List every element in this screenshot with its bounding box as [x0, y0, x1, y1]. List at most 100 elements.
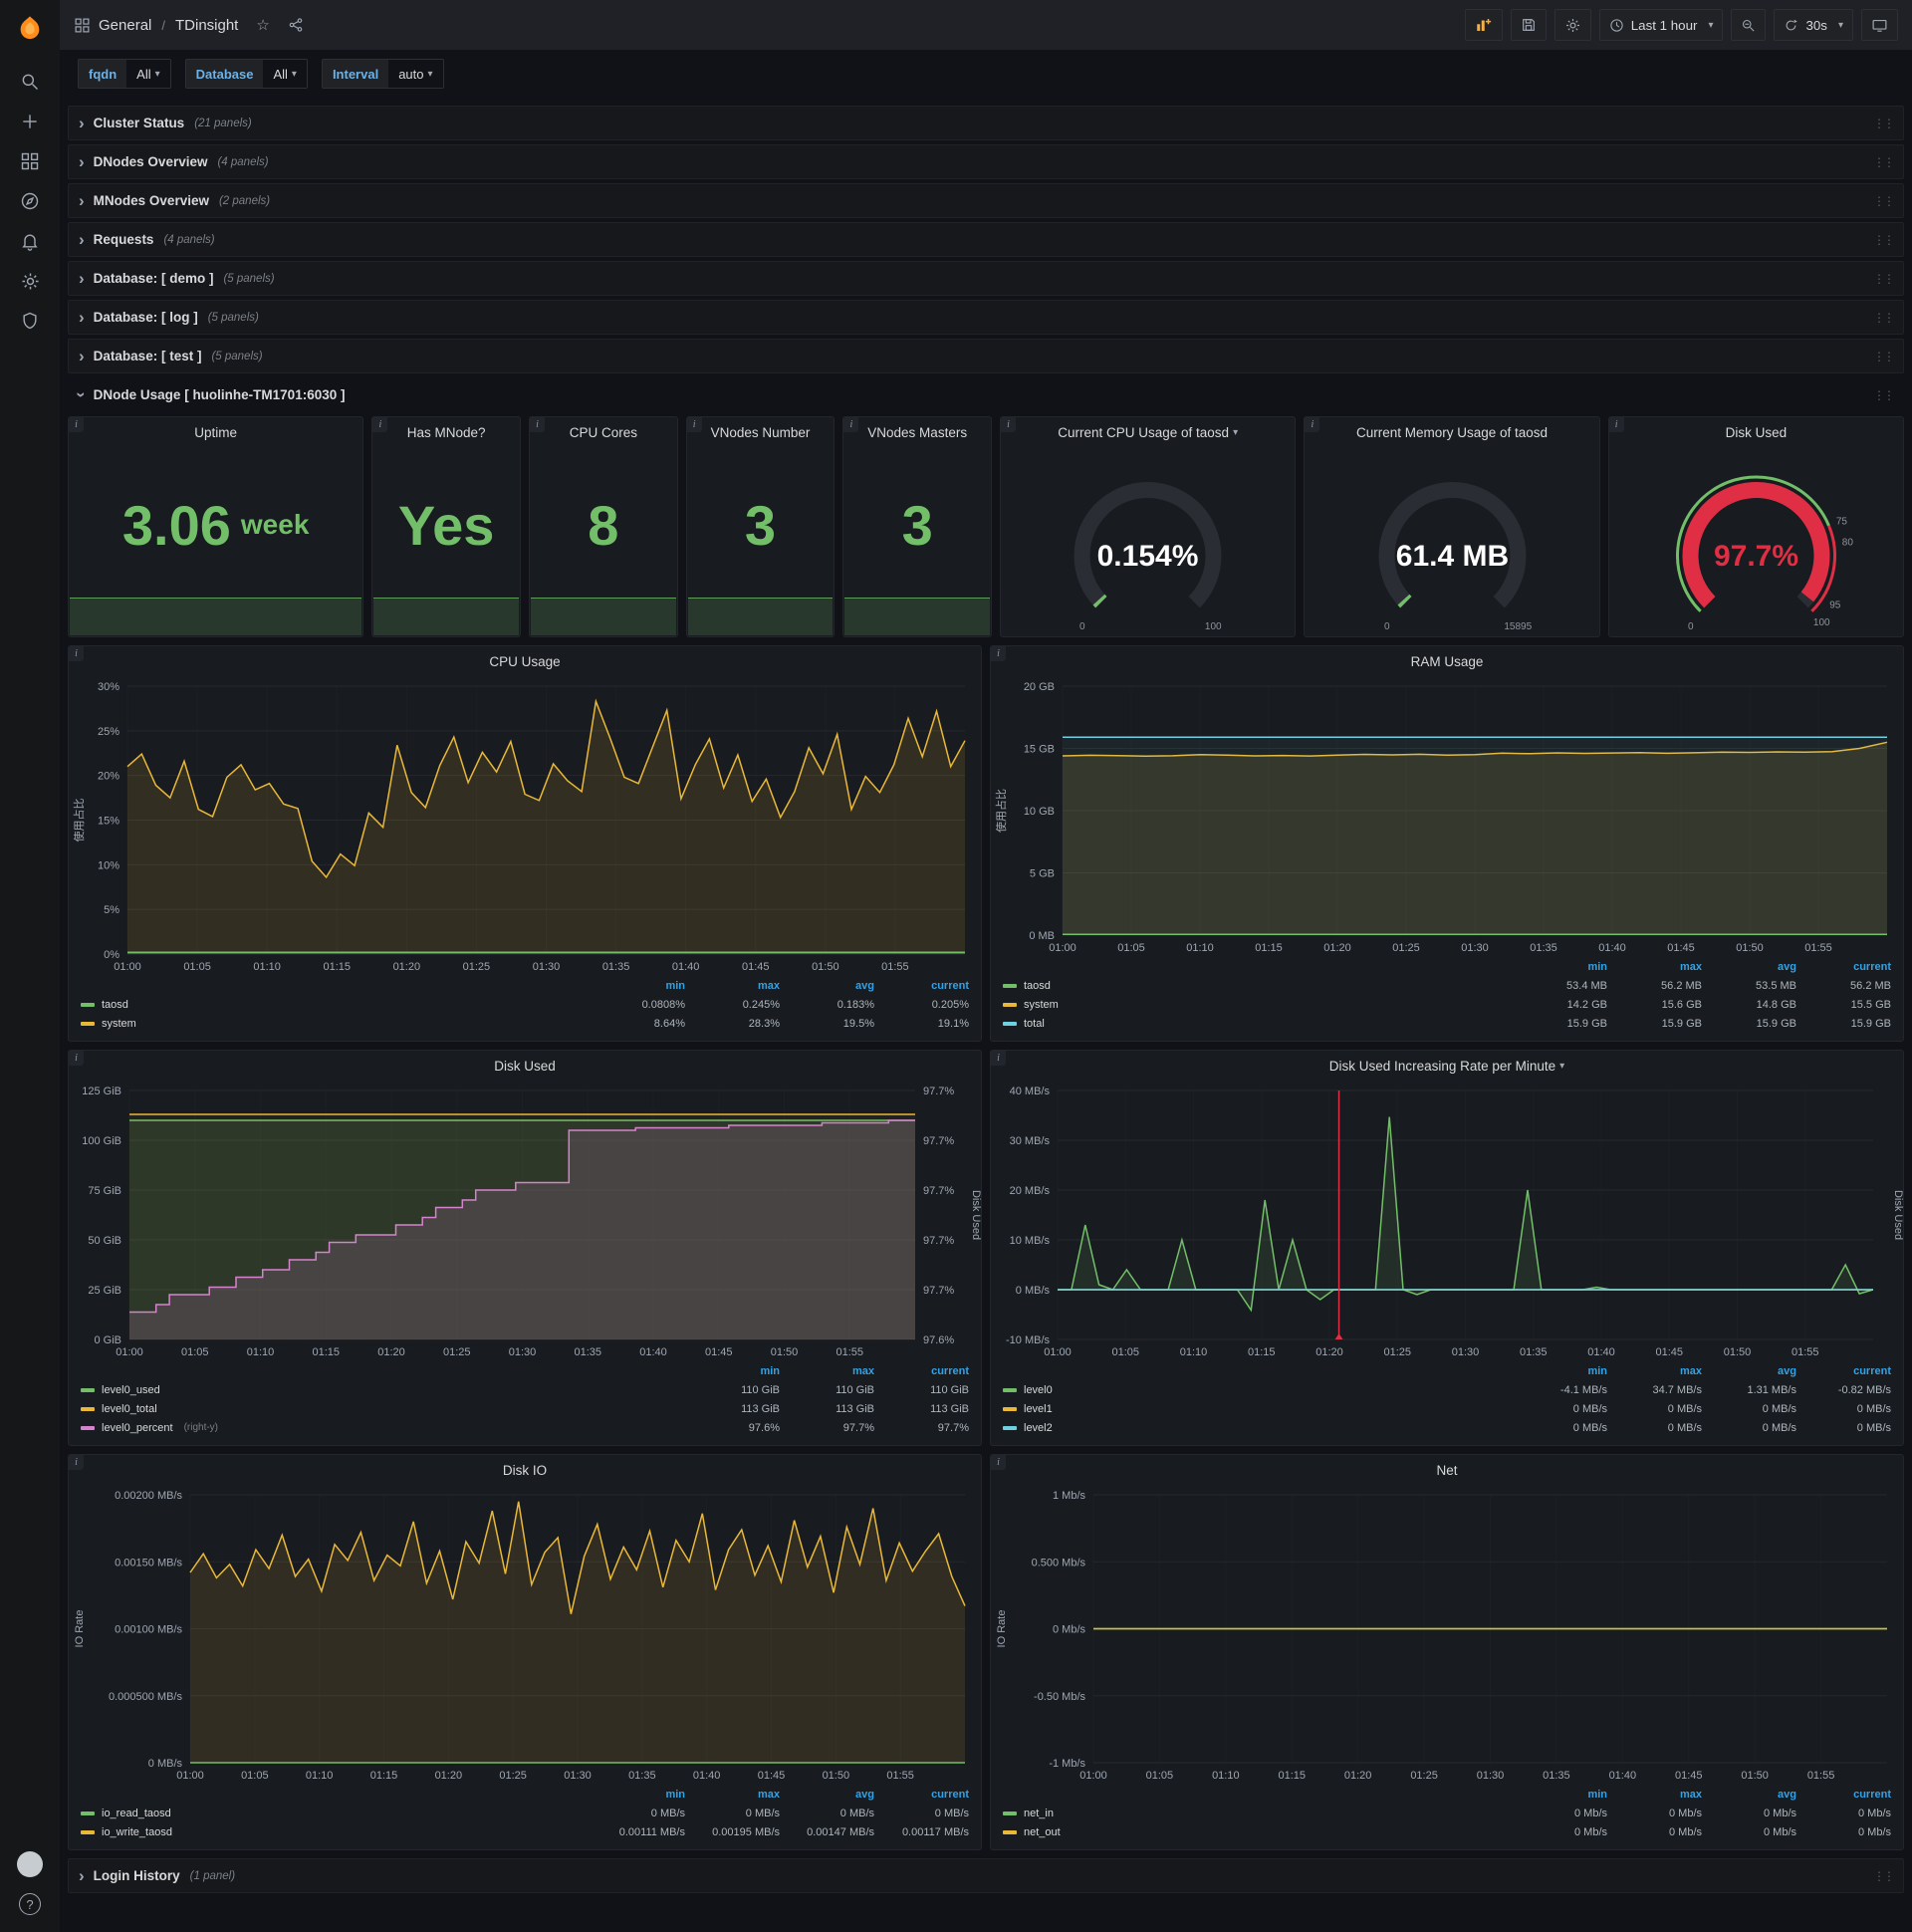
refresh-button[interactable]: 30s ▾ [1774, 9, 1853, 41]
alerting-bell-icon[interactable] [8, 221, 52, 261]
panel-info-icon[interactable]: i [991, 646, 1006, 661]
save-dashboard-button[interactable] [1510, 9, 1547, 41]
svg-text:20%: 20% [98, 771, 120, 783]
caret-down-icon: ▾ [1559, 1060, 1565, 1072]
help-icon[interactable]: ? [8, 1884, 52, 1924]
variable-value-dropdown[interactable]: All ▾ [263, 60, 307, 88]
panel-info-icon[interactable]: i [69, 1051, 84, 1066]
time-range-picker[interactable]: Last 1 hour ▾ [1598, 9, 1724, 41]
panel-info-icon[interactable]: i [991, 1455, 1006, 1470]
row-cluster-status[interactable]: › Cluster Status (21 panels) ⋮⋮ [68, 106, 1904, 140]
server-admin-shield-icon[interactable] [8, 301, 52, 341]
legend-header[interactable]: min max avg current [81, 976, 969, 995]
legend-series-row[interactable]: io_write_taosd 0.00111 MB/s 0.00195 MB/s 0.… [81, 1822, 969, 1841]
configuration-gear-icon[interactable] [8, 261, 52, 301]
panel-title[interactable]: Disk Used [69, 1051, 981, 1081]
panel-info-icon[interactable]: i [69, 1455, 84, 1470]
grafana-logo-icon[interactable] [8, 8, 52, 48]
panel-info-icon[interactable]: i [372, 417, 388, 432]
drag-handle-icon[interactable]: ⋮⋮ [1873, 233, 1895, 247]
net-plot[interactable]: 01:00 01:05 01:10 01:15 01:20 01:25 01:30 01:35… [991, 1485, 1903, 1785]
disk-rate-plot[interactable]: 01:00 01:05 01:10 01:15 01:20 01:25 01:30 01:35… [991, 1081, 1903, 1361]
row-login-history[interactable]: › Login History (1 panel) ⋮⋮ [68, 1858, 1904, 1893]
breadcrumb-dashboard-title[interactable]: TDinsight [175, 17, 238, 34]
star-icon[interactable]: ☆ [256, 16, 269, 34]
panel-title[interactable]: Uptime [69, 417, 362, 447]
cpu-usage-plot[interactable]: 01:00 01:05 01:10 01:15 01:20 01:25 01:30 01:35… [69, 676, 981, 976]
legend-header[interactable]: min max current [81, 1361, 969, 1380]
panel-info-icon[interactable]: i [1608, 417, 1624, 432]
panel-title[interactable]: VNodes Number [687, 417, 835, 447]
zoom-out-button[interactable] [1731, 9, 1767, 41]
panel-title[interactable]: RAM Usage [991, 646, 1903, 676]
panel-info-icon[interactable]: i [991, 1051, 1006, 1066]
legend-series-row[interactable]: system 8.64% 28.3% 19.5% 19.1% [81, 1014, 969, 1033]
drag-handle-icon[interactable]: ⋮⋮ [1873, 311, 1895, 325]
row-database-log[interactable]: › Database: [ log ] (5 panels) ⋮⋮ [68, 300, 1904, 335]
dashboard-settings-button[interactable] [1554, 9, 1591, 41]
panel-info-icon[interactable]: i [530, 417, 545, 432]
legend-series-row[interactable]: taosd 53.4 MB 56.2 MB 53.5 MB 56.2 MB [1003, 976, 1891, 995]
legend-header[interactable]: min max avg current [1003, 957, 1891, 976]
legend-series-row[interactable]: io_read_taosd 0 MB/s 0 MB/s 0 MB/s 0 MB/s [81, 1804, 969, 1822]
legend-series-row[interactable]: net_in 0 Mb/s 0 Mb/s 0 Mb/s 0 Mb/s [1003, 1804, 1891, 1822]
legend-series-row[interactable]: system 14.2 GB 15.6 GB 14.8 GB 15.5 GB [1003, 995, 1891, 1014]
disk-used-plot[interactable]: 01:00 01:05 01:10 01:15 01:20 01:25 01:30 01:35… [69, 1081, 981, 1361]
panel-title[interactable]: Disk Used Increasing Rate per Minute ▾ [991, 1051, 1903, 1081]
share-icon[interactable] [288, 17, 304, 33]
drag-handle-icon[interactable]: ⋮⋮ [1873, 194, 1895, 208]
create-plus-icon[interactable] [8, 102, 52, 141]
row-mnodes-overview[interactable]: › MNodes Overview (2 panels) ⋮⋮ [68, 183, 1904, 218]
legend-series-row[interactable]: net_out 0 Mb/s 0 Mb/s 0 Mb/s 0 Mb/s [1003, 1822, 1891, 1841]
user-avatar[interactable] [8, 1844, 52, 1884]
row-dnodes-overview[interactable]: › DNodes Overview (4 panels) ⋮⋮ [68, 144, 1904, 179]
variable-value-dropdown[interactable]: auto ▾ [388, 60, 443, 88]
variable-value-dropdown[interactable]: All ▾ [126, 60, 170, 88]
legend-series-row[interactable]: total 15.9 GB 15.9 GB 15.9 GB 15.9 GB [1003, 1014, 1891, 1033]
row-database-demo[interactable]: › Database: [ demo ] (5 panels) ⋮⋮ [68, 261, 1904, 296]
drag-handle-icon[interactable]: ⋮⋮ [1873, 117, 1895, 130]
legend-series-row[interactable]: level0_total 113 GiB 113 GiB 113 GiB [81, 1399, 969, 1418]
legend-series-row[interactable]: level0_used 110 GiB 110 GiB 110 GiB [81, 1380, 969, 1399]
legend-series-row[interactable]: level0 -4.1 MB/s 34.7 MB/s 1.31 MB/s -0.82 M… [1003, 1380, 1891, 1399]
dashboards-grid-icon[interactable] [8, 141, 52, 181]
search-icon[interactable] [8, 62, 52, 102]
breadcrumb-folder[interactable]: General [99, 17, 151, 34]
legend-header[interactable]: min max avg current [1003, 1785, 1891, 1804]
panel-info-icon[interactable]: i [843, 417, 859, 432]
panel-title[interactable]: Disk IO [69, 1455, 981, 1485]
panel-title[interactable]: CPU Usage [69, 646, 981, 676]
legend-series-row[interactable]: taosd 0.0808% 0.245% 0.183% 0.205% [81, 995, 969, 1014]
explore-compass-icon[interactable] [8, 181, 52, 221]
panel-info-icon[interactable]: i [686, 417, 702, 432]
legend-header[interactable]: min max avg current [81, 1785, 969, 1804]
legend-series-row[interactable]: level0_percent (right-y) 97.6% 97.7% 97.7% [81, 1418, 969, 1437]
drag-handle-icon[interactable]: ⋮⋮ [1873, 155, 1895, 169]
panel-info-icon[interactable]: i [1305, 417, 1320, 432]
panel-title[interactable]: Current CPU Usage of taosd ▾ [1001, 417, 1295, 447]
panel-info-icon[interactable]: i [69, 417, 84, 432]
panel-title[interactable]: Net [991, 1455, 1903, 1485]
drag-handle-icon[interactable]: ⋮⋮ [1873, 350, 1895, 363]
row-requests[interactable]: › Requests (4 panels) ⋮⋮ [68, 222, 1904, 257]
add-panel-button[interactable] [1464, 9, 1503, 41]
legend-series-row[interactable]: level1 0 MB/s 0 MB/s 0 MB/s 0 MB/s [1003, 1399, 1891, 1418]
legend-series-row[interactable]: level2 0 MB/s 0 MB/s 0 MB/s 0 MB/s [1003, 1418, 1891, 1437]
drag-handle-icon[interactable]: ⋮⋮ [1873, 272, 1895, 286]
panel-title[interactable]: VNodes Masters [843, 417, 991, 447]
panel-title[interactable]: CPU Cores [530, 417, 677, 447]
kiosk-tv-button[interactable] [1861, 9, 1898, 41]
panel-title[interactable]: Disk Used [1609, 417, 1903, 447]
drag-handle-icon[interactable]: ⋮⋮ [1873, 1869, 1895, 1883]
panel-title[interactable]: Has MNode? [372, 417, 520, 447]
panel-info-icon[interactable]: i [1001, 417, 1017, 432]
ram-usage-plot[interactable]: 01:00 01:05 01:10 01:15 01:20 01:25 01:30 01:35… [991, 676, 1903, 957]
panel-title[interactable]: Current Memory Usage of taosd [1305, 417, 1598, 447]
svg-text:0.00200 MB/s: 0.00200 MB/s [115, 1490, 182, 1502]
row-database-test[interactable]: › Database: [ test ] (5 panels) ⋮⋮ [68, 339, 1904, 373]
disk-io-plot[interactable]: 01:00 01:05 01:10 01:15 01:20 01:25 01:30 01:35… [69, 1485, 981, 1785]
panel-info-icon[interactable]: i [69, 646, 84, 661]
legend-header[interactable]: min max avg current [1003, 1361, 1891, 1380]
drag-handle-icon[interactable]: ⋮⋮ [1873, 388, 1895, 402]
row-dnode-usage[interactable]: › DNode Usage [ huolinhe-TM1701:6030 ] ⋮… [68, 377, 1904, 412]
